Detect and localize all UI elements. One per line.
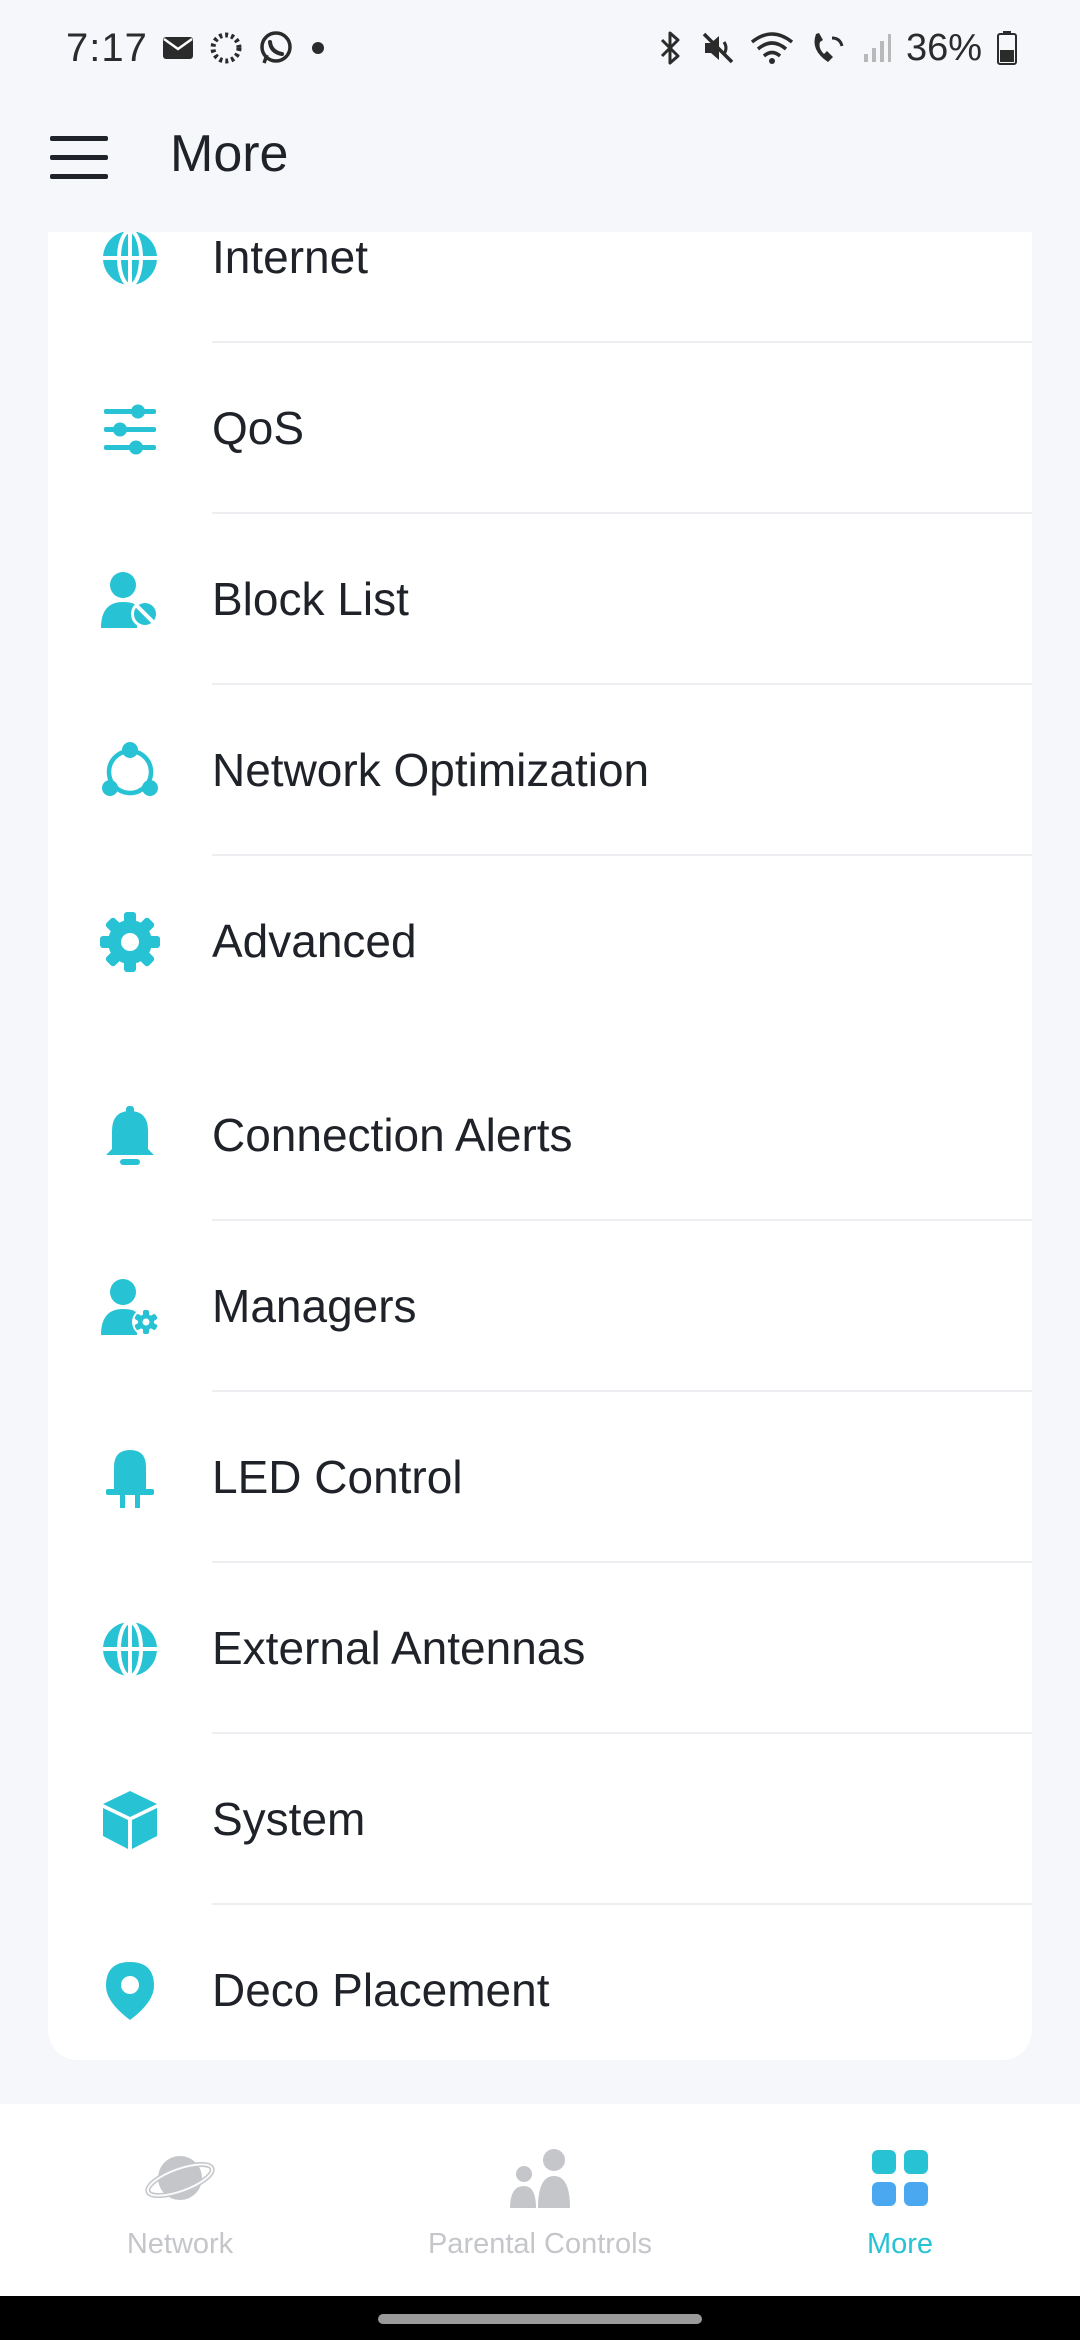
list-item-led-control[interactable]: LED Control [48, 1392, 1032, 1563]
user-gear-icon [98, 1275, 162, 1339]
status-right: 36% [656, 27, 1018, 70]
nav-label: Network [126, 2228, 234, 2260]
planet-icon [140, 2138, 220, 2218]
nav-tab-parental-controls[interactable]: Parental Controls [360, 2104, 720, 2296]
loading-icon [208, 30, 244, 66]
bell-icon [98, 1104, 162, 1168]
hamburger-icon [50, 136, 108, 179]
bottom-navigation: Network Parental Controls More [0, 2104, 1080, 2296]
battery-percentage: 36% [905, 26, 982, 69]
mute-icon [700, 30, 736, 66]
whatsapp-icon [258, 30, 294, 66]
user-block-icon [98, 568, 162, 632]
list-item-advanced[interactable]: Advanced [48, 856, 1032, 1027]
nav-tab-more[interactable]: More [720, 2104, 1080, 2296]
list-item-label: Deco Placement [212, 1964, 550, 2016]
home-gesture-handle[interactable] [378, 2314, 702, 2324]
list-item-internet[interactable]: Internet [48, 232, 1032, 343]
location-pin-icon [98, 1959, 162, 2023]
status-bar: 7:17 36% [0, 0, 1080, 96]
list-item-label: Managers [212, 1280, 417, 1332]
cube-icon [98, 1788, 162, 1852]
list-item-label: LED Control [212, 1451, 463, 1503]
page-title: More [170, 125, 289, 183]
status-left: 7:17 [66, 26, 328, 71]
list-item-network-optimization[interactable]: Network Optimization [48, 685, 1032, 856]
nav-label: More [866, 2228, 934, 2260]
app-header: More [0, 96, 1080, 232]
nav-label: Parental Controls [427, 2228, 653, 2260]
list-item-label: External Antennas [212, 1622, 586, 1674]
list-item-deco-placement[interactable]: Deco Placement [48, 1905, 1032, 2060]
dot-icon [308, 38, 328, 58]
list-item-label: QoS [212, 402, 305, 454]
globe-icon [98, 1617, 162, 1681]
list-item-label: Internet [212, 232, 368, 283]
list-item-label: Advanced [212, 915, 417, 967]
list-item-label: System [212, 1793, 366, 1845]
gear-icon [98, 910, 162, 974]
sliders-icon [98, 397, 162, 461]
mail-icon [162, 35, 194, 61]
menu-button[interactable] [48, 126, 110, 188]
network-nodes-icon [98, 739, 162, 803]
grid-icon [860, 2138, 940, 2218]
list-item-block-list[interactable]: Block List [48, 514, 1032, 685]
list-item-system[interactable]: System [48, 1734, 1032, 1905]
status-time: 7:17 [66, 25, 148, 70]
nav-tab-network[interactable]: Network [0, 2104, 360, 2296]
list-item-qos[interactable]: QoS [48, 343, 1032, 514]
family-icon [500, 2138, 580, 2218]
screen: 7:17 36% More Internet QoS Block List Ne… [0, 0, 1080, 2340]
list-item-connection-alerts[interactable]: Connection Alerts [48, 1050, 1032, 1221]
list-item-label: Connection Alerts [212, 1109, 573, 1161]
led-icon [98, 1446, 162, 1510]
wifi-call-icon [808, 30, 848, 66]
list-item-managers[interactable]: Managers [48, 1221, 1032, 1392]
battery-icon [996, 30, 1018, 66]
system-gesture-bar [0, 2296, 1080, 2340]
bluetooth-icon [656, 30, 686, 66]
list-item-label: Block List [212, 573, 409, 625]
list-item-external-antennas[interactable]: External Antennas [48, 1563, 1032, 1734]
list-item-label: Network Optimization [212, 744, 650, 796]
settings-card-device: Connection Alerts Managers LED Control E… [48, 1050, 1032, 2060]
settings-list[interactable]: Internet QoS Block List Network Optimiza… [0, 232, 1080, 2104]
wifi-icon [750, 30, 794, 66]
signal-icon [862, 32, 892, 64]
globe-icon [98, 232, 162, 290]
